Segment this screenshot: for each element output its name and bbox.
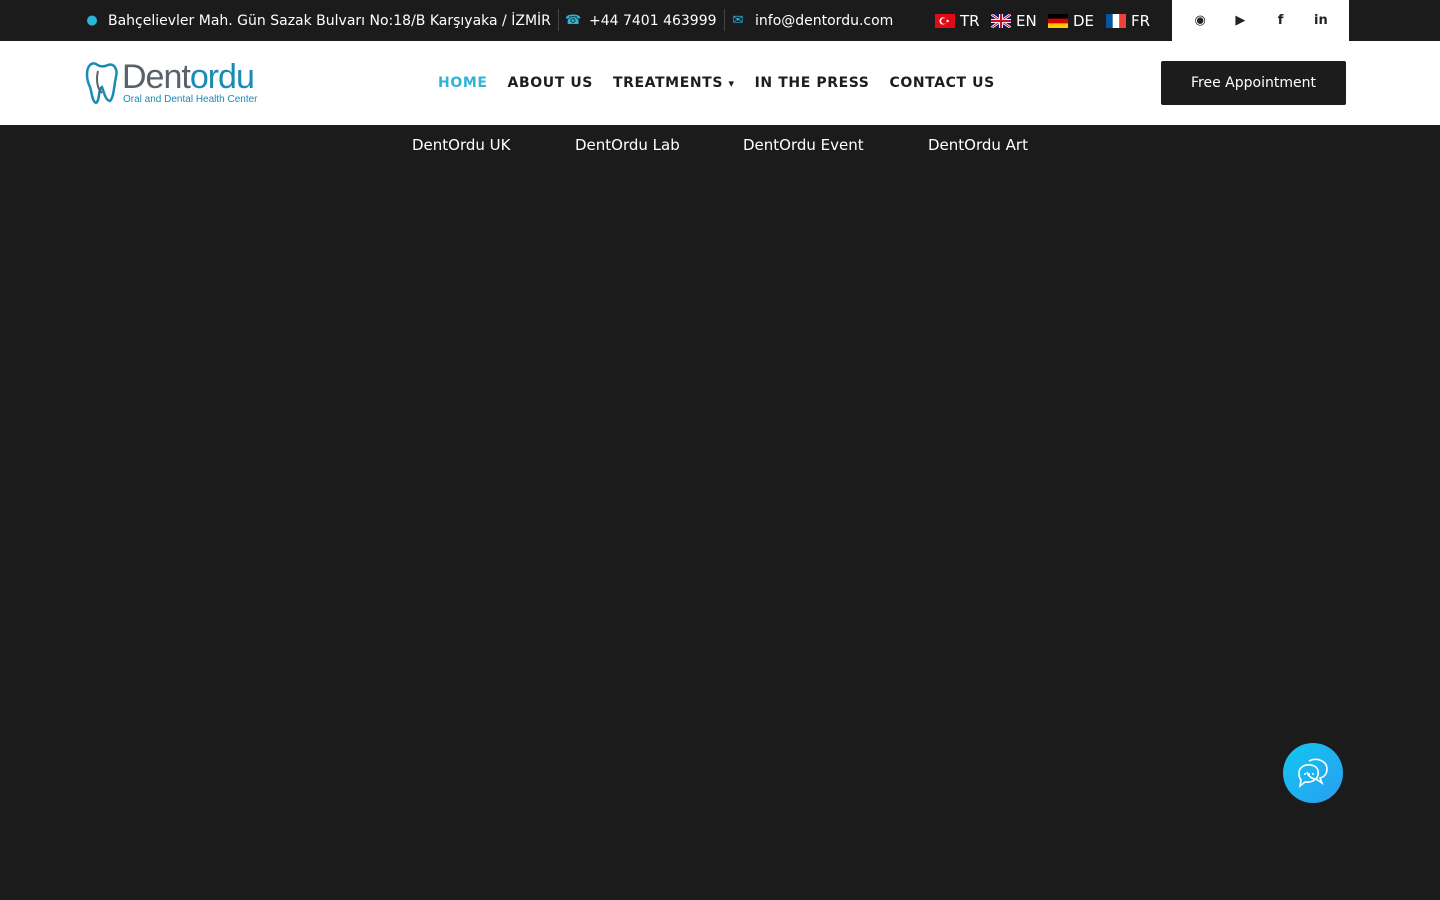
lang-label: EN	[1016, 11, 1037, 30]
lang-de[interactable]: DE	[1048, 0, 1094, 41]
social-links: ◉ ▶ f in	[1172, 0, 1349, 41]
map-marker-icon: ●	[86, 13, 98, 28]
uk-flag-icon	[991, 13, 1011, 28]
email-item[interactable]: ✉ info@dentordu.com	[731, 0, 894, 41]
lang-label: TR	[960, 11, 980, 30]
nav-home[interactable]: HOME	[438, 75, 488, 91]
nav-about-us[interactable]: ABOUT US	[508, 75, 593, 91]
envelope-icon: ✉	[732, 13, 744, 28]
france-flag-icon	[1106, 13, 1126, 28]
sub-nav: DentOrdu UK DentOrdu Lab DentOrdu Event …	[0, 125, 1440, 167]
nav-in-the-press[interactable]: IN THE PRESS	[755, 75, 870, 91]
lang-tr[interactable]: TR	[935, 0, 980, 41]
lang-label: FR	[1131, 11, 1151, 30]
subnav-dentordu-lab[interactable]: DentOrdu Lab	[575, 136, 680, 154]
facebook-icon[interactable]: f	[1269, 13, 1293, 28]
address-text: Bahçelievler Mah. Gün Sazak Bulvarı No:1…	[108, 12, 551, 29]
divider	[724, 9, 725, 31]
logo-wordmark: Dentordu	[122, 58, 255, 96]
chat-button[interactable]	[1283, 743, 1343, 803]
nav-contact-us[interactable]: CONTACT US	[889, 75, 994, 91]
subnav-dentordu-art[interactable]: DentOrdu Art	[928, 136, 1028, 154]
address-item: ● Bahçelievler Mah. Gün Sazak Bulvarı No…	[85, 0, 551, 41]
turkey-flag-icon	[935, 13, 955, 28]
lang-label: DE	[1073, 11, 1095, 30]
subnav-dentordu-event[interactable]: DentOrdu Event	[743, 136, 864, 154]
phone-icon: ☎	[565, 13, 582, 28]
tooth-logo-icon	[85, 62, 118, 105]
lang-en[interactable]: EN	[991, 0, 1037, 41]
youtube-icon[interactable]: ▶	[1228, 13, 1252, 28]
chat-bubbles-icon	[1298, 758, 1328, 788]
phone-link[interactable]: +44 7401 463999	[589, 13, 717, 29]
phone-item[interactable]: ☎ +44 7401 463999	[565, 0, 717, 41]
free-appointment-button[interactable]: Free Appointment	[1161, 61, 1346, 105]
nav-treatments[interactable]: TREATMENTS ▾	[613, 75, 735, 91]
top-bar: ● Bahçelievler Mah. Gün Sazak Bulvarı No…	[0, 0, 1440, 41]
logo[interactable]: Dentordu Oral and Dental Health Center	[84, 58, 276, 107]
email-link[interactable]: info@dentordu.com	[755, 13, 893, 29]
main-nav: HOME ABOUT US TREATMENTS ▾ IN THE PRESS …	[438, 41, 1015, 125]
linkedin-icon[interactable]: in	[1309, 13, 1333, 28]
site-header: Dentordu Oral and Dental Health Center H…	[0, 41, 1440, 125]
instagram-icon[interactable]: ◉	[1188, 13, 1212, 28]
germany-flag-icon	[1048, 13, 1068, 28]
lang-fr[interactable]: FR	[1106, 0, 1150, 41]
subnav-dentordu-uk[interactable]: DentOrdu UK	[412, 136, 511, 154]
chevron-down-icon: ▾	[728, 77, 735, 90]
divider	[558, 9, 559, 31]
logo-tagline: Oral and Dental Health Center	[123, 94, 258, 105]
